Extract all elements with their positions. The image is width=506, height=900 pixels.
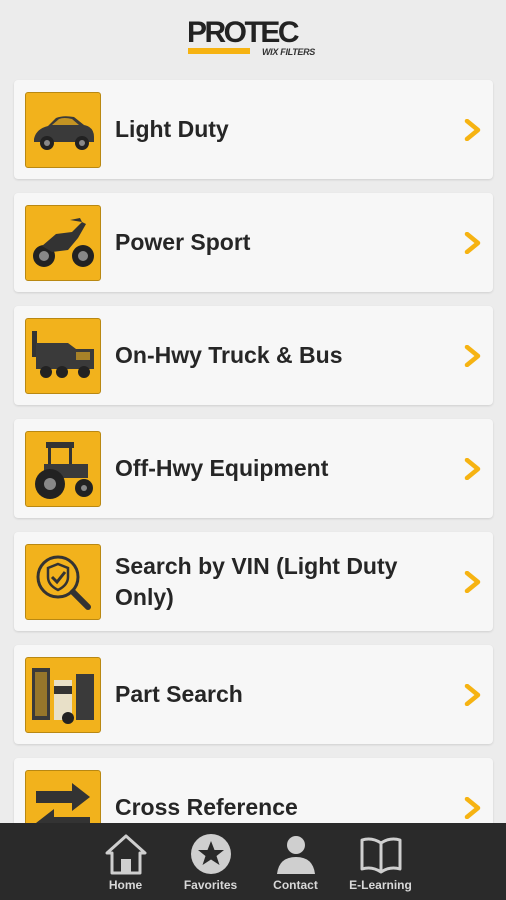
book-icon xyxy=(360,837,401,874)
menu-item-label: Part Search xyxy=(115,681,243,707)
menu-item-label: Cross Reference xyxy=(115,794,298,820)
tractor-icon xyxy=(25,430,101,507)
logo-wordmark: PROTEC xyxy=(187,16,300,49)
chevron-right-icon xyxy=(464,683,481,706)
menu-item-off-hwy-equipment[interactable]: Off-Hwy Equipment xyxy=(14,419,493,518)
tab-favorites[interactable]: Favorites xyxy=(168,833,253,892)
app-header: PROTEC WIX FILTERS xyxy=(0,0,506,68)
menu-item-part-search[interactable]: Part Search xyxy=(14,645,493,744)
tab-label: Favorites xyxy=(183,878,238,892)
truck-icon xyxy=(25,317,101,394)
chevron-right-icon xyxy=(464,118,481,141)
menu-item-light-duty[interactable]: Light Duty xyxy=(14,80,493,179)
protec-logo: PROTEC WIX FILTERS xyxy=(187,12,319,57)
vin-search-icon xyxy=(25,543,101,620)
home-icon xyxy=(105,834,146,875)
menu-item-label: On-Hwy Truck & Bus xyxy=(115,342,343,368)
bottom-tab-bar: Home Favorites Contact E-Learning xyxy=(0,823,506,900)
motorcycle-icon xyxy=(25,204,101,281)
category-list: Light Duty Power Sport On-Hwy Truck & Bu… xyxy=(14,80,493,871)
menu-item-power-sport[interactable]: Power Sport xyxy=(14,193,493,292)
tab-contact[interactable]: Contact xyxy=(253,833,338,892)
tab-label: E-Learning xyxy=(349,878,412,892)
tab-label: Home xyxy=(108,878,143,892)
menu-item-on-hwy-truck-bus[interactable]: On-Hwy Truck & Bus xyxy=(14,306,493,405)
person-icon xyxy=(276,836,315,874)
logo-subtitle: WIX FILTERS xyxy=(261,47,315,57)
tab-label: Contact xyxy=(273,878,318,892)
menu-item-search-by-vin[interactable]: Search by VIN (Light Duty Only) xyxy=(14,532,493,631)
filter-parts-icon xyxy=(25,656,101,733)
chevron-right-icon xyxy=(464,457,481,480)
chevron-right-icon xyxy=(464,231,481,254)
menu-item-label: Light Duty xyxy=(115,116,229,142)
menu-item-label: Off-Hwy Equipment xyxy=(115,455,329,481)
star-icon xyxy=(190,834,231,874)
chevron-right-icon xyxy=(464,570,481,593)
tab-home[interactable]: Home xyxy=(83,833,168,892)
menu-item-label: Search by VIN (Light Duty Only) xyxy=(115,552,398,610)
car-icon xyxy=(25,91,101,168)
chevron-right-icon xyxy=(464,796,481,819)
logo-accent-bar xyxy=(188,48,250,54)
menu-item-label: Power Sport xyxy=(115,229,251,255)
tab-e-learning[interactable]: E-Learning xyxy=(338,833,423,892)
chevron-right-icon xyxy=(464,344,481,367)
